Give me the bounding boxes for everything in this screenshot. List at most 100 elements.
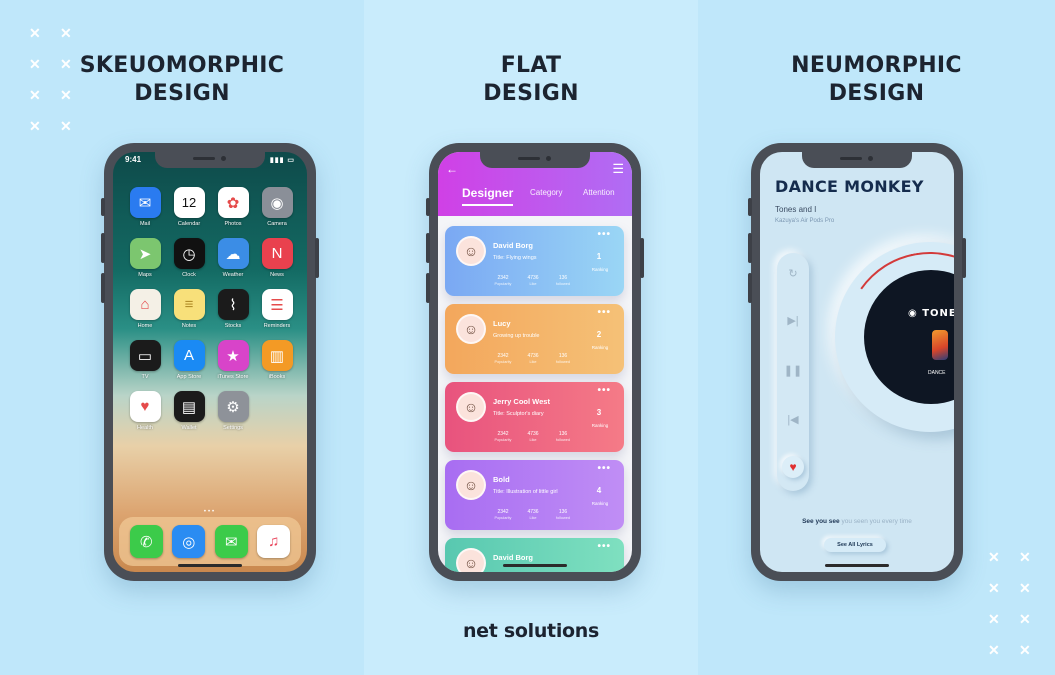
app-maps[interactable]: ➤ Maps (123, 238, 167, 278)
tv-icon: ▭ (129, 340, 161, 371)
clock-icon: ◷ (173, 238, 205, 269)
stat: 136 followed (553, 431, 573, 442)
rank-label: Ranking (591, 267, 609, 272)
stat-value: 4736 (527, 509, 539, 515)
designer-card[interactable]: ☺ Jerry Cool West ••• Title: Sculptor's dia… (445, 382, 624, 452)
wallet-icon: ▤ (173, 391, 205, 422)
messages-icon[interactable]: ✉ (214, 525, 248, 558)
skeuomorphic-phone: 9:41 ▮▮▮ ▭ ✉ Mail 12 Calendar ✿ Photos ◉ Camera… (101, 143, 319, 581)
stat-label: Popularity (494, 360, 512, 364)
app-camera[interactable]: ◉ Camera (255, 187, 299, 227)
app-app-store[interactable]: A App Store (167, 340, 211, 380)
stat-label: Like (529, 438, 537, 442)
designer-name: David Borg (493, 241, 534, 250)
rank-label: Ranking (591, 501, 609, 506)
side-button (101, 198, 105, 216)
app-label: iTunes Store (217, 374, 249, 380)
notch (155, 152, 265, 168)
rank-value: 3 (596, 408, 602, 417)
app-mail[interactable]: ✉ Mail (123, 187, 167, 227)
app-settings[interactable]: ⚙ Settings (211, 391, 255, 431)
song-title: DANCE MONKEY (775, 177, 924, 196)
reminders-icon: ☰ (261, 289, 293, 320)
avatar: ☺ (456, 548, 486, 572)
decor-x-icon: ✕ (60, 25, 72, 41)
app-wallet[interactable]: ▤ Wallet (167, 391, 211, 431)
back-arrow-icon[interactable]: ← (446, 162, 458, 176)
side-button (748, 273, 752, 303)
pause-icon[interactable]: ❚❚ (777, 364, 809, 377)
app-label: Maps (138, 272, 152, 278)
home-icon: ⌂ (129, 289, 161, 320)
output-device: Kazuya's Air Pods Pro (775, 218, 835, 224)
app-stocks[interactable]: ⌇ Stocks (211, 289, 255, 329)
previous-icon[interactable]: |◀ (777, 413, 809, 426)
next-icon[interactable]: ▶| (777, 314, 809, 327)
stat: 4736 Like (523, 275, 543, 286)
app-ibooks[interactable]: ▥ iBooks (255, 340, 299, 380)
tab-attention[interactable]: Attention (583, 188, 615, 197)
designer-card[interactable]: ☺ David Borg ••• Title: Flying wings 1 Rankin… (445, 226, 624, 296)
tab-designer[interactable]: Designer (462, 186, 514, 206)
safari-icon[interactable]: ◎ (172, 525, 206, 558)
lyric-rest: you seen you every time (839, 518, 912, 525)
more-options-icon[interactable]: ••• (597, 307, 611, 318)
stat-label: Popularity (494, 438, 512, 442)
app-home[interactable]: ⌂ Home (123, 289, 167, 329)
skeuomorphic-screen: 9:41 ▮▮▮ ▭ ✉ Mail 12 Calendar ✿ Photos ◉ Camera… (113, 152, 307, 572)
stat: 136 followed (553, 275, 573, 286)
app-health[interactable]: ♥ Health (123, 391, 167, 431)
stat-value: 136 (558, 509, 568, 515)
decor-x-icon: ✕ (988, 642, 1000, 658)
app-news[interactable]: N News (255, 238, 299, 278)
designer-card[interactable]: ☺ Lucy ••• Growing up trouble 2 Ranking 2342 Po… (445, 304, 624, 374)
app-label: Photos (224, 221, 242, 227)
decor-x-icon: ✕ (29, 25, 41, 41)
more-options-icon[interactable]: ••• (597, 385, 611, 396)
more-options-icon[interactable]: ••• (597, 229, 611, 240)
news-icon: N (261, 238, 293, 269)
lyric-line: See you see you seen you every time (760, 518, 954, 525)
designer-card[interactable]: ☺ Bold ••• Title: Illustration of little gi… (445, 460, 624, 530)
side-button (101, 273, 105, 303)
disc-label: ◉ TONE (908, 308, 954, 319)
repeat-icon[interactable]: ↻ (777, 267, 809, 280)
decor-x-icon: ✕ (60, 118, 72, 134)
avatar: ☺ (456, 392, 486, 422)
side-button (426, 198, 430, 216)
app-label: Mail (139, 221, 151, 227)
app-calendar[interactable]: 12 Calendar (167, 187, 211, 227)
app-notes[interactable]: ≡ Notes (167, 289, 211, 329)
stat-value: 2342 (497, 509, 509, 515)
side-button (962, 238, 966, 278)
phone-icon[interactable]: ✆ (129, 525, 163, 558)
app-weather[interactable]: ☁ Weather (211, 238, 255, 278)
side-button (315, 238, 319, 278)
tab-category[interactable]: Category (530, 188, 562, 197)
notes-icon: ≡ (173, 289, 205, 320)
app-tv[interactable]: ▭ TV (123, 340, 167, 380)
see-all-lyrics-button[interactable]: See All Lyrics (824, 538, 886, 552)
calendar-icon: 12 (173, 187, 205, 218)
more-options-icon[interactable]: ••• (597, 463, 611, 474)
app-photos[interactable]: ✿ Photos (211, 187, 255, 227)
app-label: Camera (267, 221, 287, 227)
like-heart-icon[interactable]: ♥ (782, 456, 804, 478)
status-time: 9:41 (125, 155, 142, 164)
side-button (101, 233, 105, 263)
music-icon[interactable]: ♫ (257, 525, 291, 558)
rank-value: 2 (596, 330, 602, 339)
app-reminders[interactable]: ☰ Reminders (255, 289, 299, 329)
stat: 2342 Popularity (493, 431, 513, 442)
stat-label: followed (556, 516, 570, 520)
disc-logo-icon: ◉ (908, 308, 923, 319)
app-clock[interactable]: ◷ Clock (167, 238, 211, 278)
app-grid: ✉ Mail 12 Calendar ✿ Photos ◉ Camera ➤ Maps ◷ Clock… (123, 187, 299, 431)
flat-panel: FLAT DESIGN ← ☰ Designer Category Attent… (364, 0, 698, 675)
designer-name: Lucy (493, 319, 511, 328)
hamburger-menu-icon[interactable]: ☰ (612, 161, 624, 177)
decor-x-icon: ✕ (29, 118, 41, 134)
app-itunes-store[interactable]: ★ iTunes Store (211, 340, 255, 380)
more-options-icon[interactable]: ••• (597, 541, 611, 552)
designer-subtitle: Title: Illustration of little girl (493, 489, 558, 495)
